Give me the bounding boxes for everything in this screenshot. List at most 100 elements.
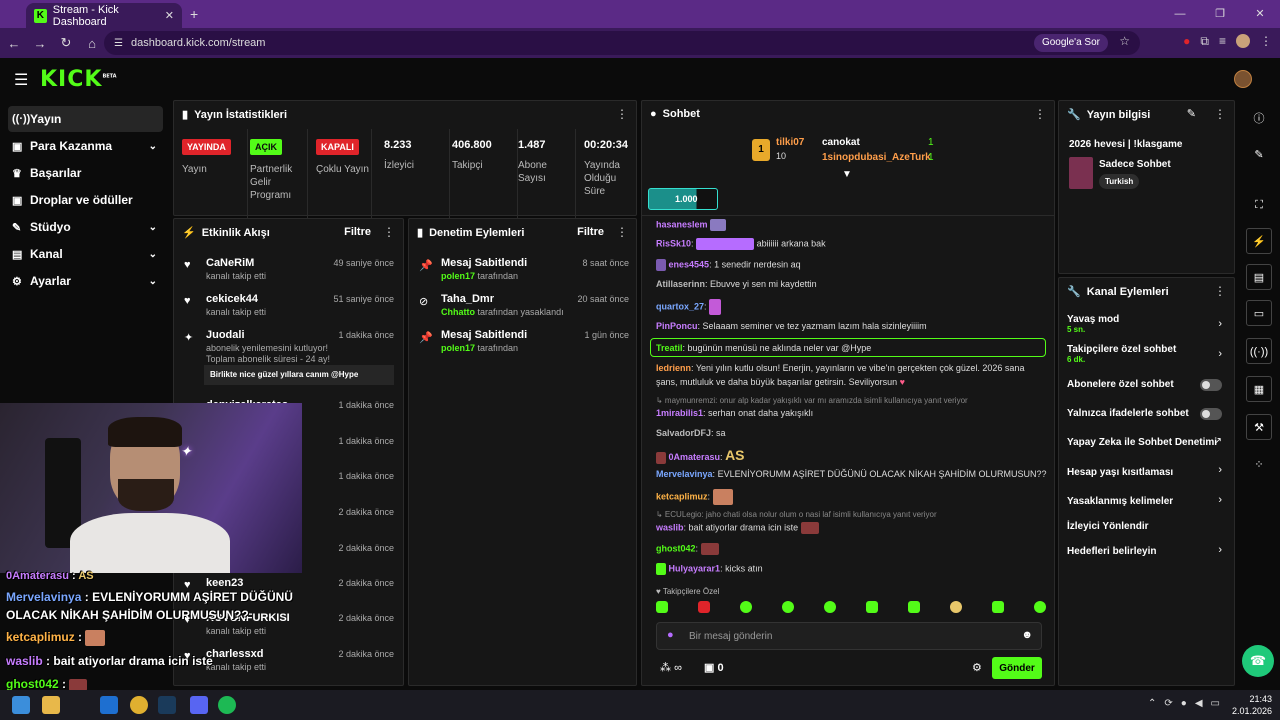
chat-input[interactable]: ● Bir mesaj gönderin ☻: [656, 622, 1042, 650]
browser-tab[interactable]: K Stream - Kick Dashboard ✕: [26, 3, 182, 28]
ai-moderation-row[interactable]: Yapay Zeka ile Sohbet Denetimi: [1067, 437, 1237, 448]
address-bar[interactable]: ☰ dashboard.kick.com/stream Google'a Sor…: [104, 31, 1140, 55]
chrome-icon[interactable]: [130, 696, 148, 714]
close-tab-icon[interactable]: ✕: [165, 9, 174, 22]
discord-icon[interactable]: [190, 696, 208, 714]
emote-button[interactable]: [950, 601, 962, 613]
apps-icon[interactable]: ⁘: [1246, 452, 1272, 478]
kicks-icon[interactable]: ⁂ ∞: [660, 661, 682, 674]
more-options-icon[interactable]: ⋮: [1034, 107, 1046, 121]
emote-button[interactable]: [992, 601, 1004, 613]
maximize-button[interactable]: ❐: [1200, 0, 1240, 28]
send-button[interactable]: Gönder: [992, 657, 1042, 679]
chevron-right-icon[interactable]: ›: [1218, 544, 1222, 556]
home-icon[interactable]: ⌂: [80, 36, 104, 51]
sidebar-item-droplar[interactable]: ▣ Droplar ve ödüller: [8, 187, 163, 213]
lightning-icon[interactable]: ⚡: [1246, 228, 1272, 254]
sidebar-item-basarilar[interactable]: ♛ Başarılar: [8, 160, 163, 186]
sidebar-item-studyo[interactable]: ✎ Stüdyo ⌄: [8, 214, 163, 240]
chevron-right-icon[interactable]: ›: [1218, 494, 1222, 506]
sidebar-item-yayin[interactable]: ((·)) Yayın: [8, 106, 163, 132]
mic-icon[interactable]: ●: [667, 629, 674, 641]
steam-icon[interactable]: [158, 696, 176, 714]
new-tab-button[interactable]: +: [190, 6, 198, 22]
sidebar-item-kanal[interactable]: ▤ Kanal ⌄: [8, 241, 163, 267]
bookmark-star-icon[interactable]: ☆: [1119, 34, 1130, 48]
expand-down-icon[interactable]: ▼: [842, 169, 852, 180]
tab-search-icon[interactable]: ≡: [1219, 34, 1226, 49]
more-options-icon[interactable]: ⋮: [616, 225, 628, 239]
file-explorer-icon[interactable]: [42, 696, 60, 714]
chevron-right-icon[interactable]: ›: [1218, 464, 1222, 476]
more-options-icon[interactable]: ⋮: [1214, 284, 1226, 298]
emote-button[interactable]: [824, 601, 836, 613]
taskbar-clock[interactable]: 21:43 2.01.2026: [1232, 693, 1272, 717]
gift-count[interactable]: ▣ 0: [704, 661, 724, 674]
kicks-pill[interactable]: 1.000: [648, 188, 718, 210]
moderation-filter-button[interactable]: Filtre: [577, 226, 604, 238]
emote-button[interactable]: [656, 601, 668, 613]
outlook-icon[interactable]: [100, 696, 118, 714]
external-link-icon[interactable]: ↗: [1214, 436, 1222, 447]
user-avatar[interactable]: [1234, 70, 1252, 88]
more-options-icon[interactable]: ⋮: [616, 107, 628, 121]
emote-button[interactable]: [866, 601, 878, 613]
kick-logo[interactable]: KICKBETA: [40, 67, 117, 92]
subscribers-only-toggle[interactable]: [1200, 379, 1222, 391]
info-icon[interactable]: ⓘ: [1246, 106, 1272, 132]
sidebar-item-para-kazanma[interactable]: ▣ Para Kazanma ⌄: [8, 133, 163, 159]
chevron-right-icon[interactable]: ›: [1218, 318, 1222, 330]
slow-mode-row[interactable]: Yavaş mod 5 sn.: [1067, 314, 1227, 334]
back-icon[interactable]: ←: [2, 36, 26, 51]
spotify-icon[interactable]: [218, 696, 236, 714]
account-age-row[interactable]: Hesap yaşı kısıtlaması: [1067, 467, 1227, 478]
chat-icon[interactable]: ▭: [1246, 300, 1272, 326]
minimize-button[interactable]: —: [1160, 0, 1200, 28]
chat-settings-icon[interactable]: ⚙: [972, 661, 982, 674]
site-info-icon[interactable]: ☰: [114, 38, 123, 49]
emote-button[interactable]: [908, 601, 920, 613]
chevron-down-icon: ⌄: [148, 248, 157, 260]
emote-button[interactable]: [698, 601, 710, 613]
banned-words-row[interactable]: Yasaklanmış kelimeler: [1067, 496, 1227, 507]
support-button[interactable]: ☎: [1242, 645, 1274, 677]
wrench-icon[interactable]: ⚒: [1246, 414, 1272, 440]
followers-only-row[interactable]: Takipçilere özel sohbet 6 dk.: [1067, 344, 1227, 364]
extensions-puzzle-icon[interactable]: ⧉: [1200, 34, 1209, 49]
chevron-right-icon[interactable]: ›: [1218, 348, 1222, 360]
language-tag[interactable]: Turkish: [1099, 174, 1140, 189]
fullscreen-icon[interactable]: ⛶: [1246, 192, 1272, 218]
raid-row[interactable]: İzleyici Yönlendir: [1067, 521, 1227, 532]
battery-icon[interactable]: ▭: [1211, 698, 1220, 709]
mic-tray-icon[interactable]: ●: [1181, 698, 1187, 709]
profile-avatar[interactable]: [1236, 34, 1250, 48]
goals-row[interactable]: Hedefleri belirleyin: [1067, 546, 1227, 557]
chat-panel: ● Sohbet ⋮ 1 tilki07 10 canokat 1 1sinopd…: [641, 100, 1055, 686]
emotes-only-toggle[interactable]: [1200, 408, 1222, 420]
more-options-icon[interactable]: ⋮: [1214, 107, 1226, 121]
layout-icon[interactable]: ▦: [1246, 376, 1272, 402]
extension-icon[interactable]: ●: [1183, 34, 1190, 49]
activity-filter-button[interactable]: Filtre: [344, 226, 371, 238]
hamburger-menu-icon[interactable]: ☰: [14, 70, 28, 90]
close-window-button[interactable]: ✕: [1240, 0, 1280, 28]
rank-badge: 1: [752, 139, 770, 161]
windows-start-icon[interactable]: [12, 696, 30, 714]
more-options-icon[interactable]: ⋮: [383, 225, 395, 239]
emote-button[interactable]: [1034, 601, 1046, 613]
edit-icon[interactable]: ✎: [1246, 142, 1272, 168]
emote-button[interactable]: [782, 601, 794, 613]
edit-icon[interactable]: ✎: [1187, 107, 1196, 120]
google-ask-chip[interactable]: Google'a Sor: [1033, 34, 1108, 52]
emote-button[interactable]: [740, 601, 752, 613]
sync-icon[interactable]: ⟳: [1164, 698, 1172, 709]
browser-menu-icon[interactable]: ⋮: [1260, 34, 1272, 49]
sidebar-item-ayarlar[interactable]: ⚙ Ayarlar ⌄: [8, 268, 163, 294]
tray-arrow-icon[interactable]: ⌃: [1148, 698, 1156, 709]
broadcast-icon[interactable]: ((·)): [1246, 338, 1272, 364]
reload-icon[interactable]: ↻: [54, 35, 78, 51]
clipboard-icon[interactable]: ▤: [1246, 264, 1272, 290]
forward-icon[interactable]: →: [28, 36, 52, 51]
emoji-icon[interactable]: ☻: [1021, 629, 1033, 641]
speaker-icon[interactable]: ◀: [1195, 698, 1203, 709]
